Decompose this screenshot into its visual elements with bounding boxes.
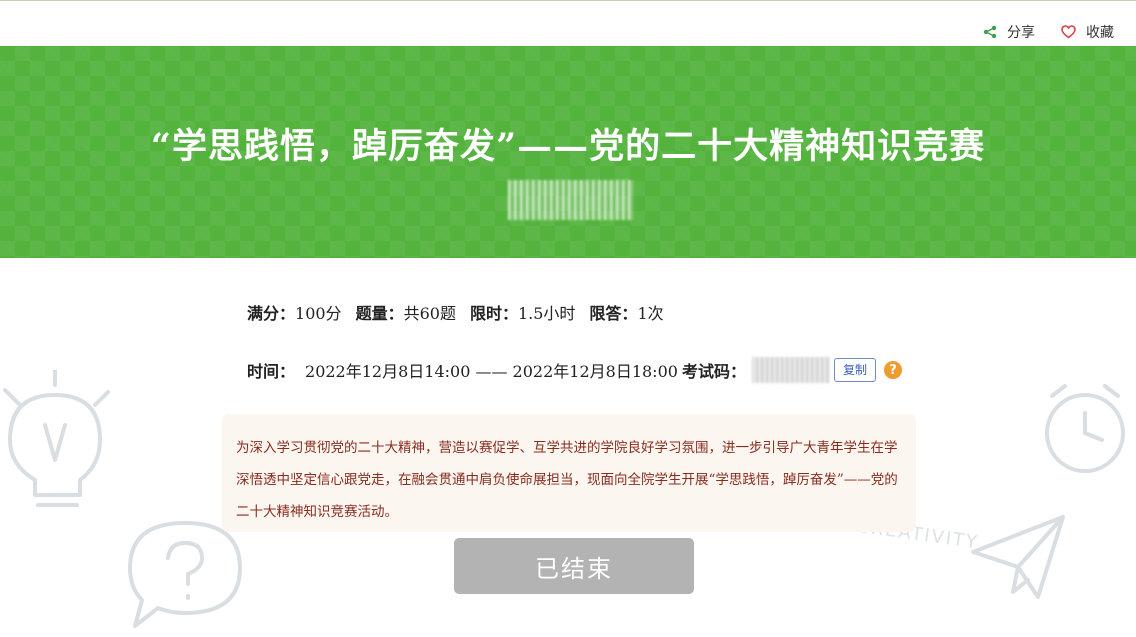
contest-description: 为深入学习贯彻党的二十大精神，营造以赛促学、互学共进的学院良好学习氛围，进一步引… xyxy=(222,414,916,532)
paper-plane-doodle-icon xyxy=(971,515,1065,599)
favorite-button[interactable]: 收藏 xyxy=(1061,22,1114,42)
attempts-value: 1次 xyxy=(637,304,664,323)
exam-code-label: 考试码： xyxy=(681,362,746,381)
time-label: 时间： xyxy=(247,362,296,381)
lightbulb-doodle-icon xyxy=(3,370,110,507)
redacted-banner-subtitle xyxy=(508,180,634,220)
attempts-label: 限答： xyxy=(589,304,638,323)
favorite-label: 收藏 xyxy=(1086,25,1114,41)
count-label: 题量： xyxy=(355,304,404,323)
top-actions: 分享 收藏 xyxy=(983,22,1114,42)
exam-code-value-redacted xyxy=(751,357,830,383)
time-value: 2022年12月8日14:00 —— 2022年12月8日18:00 xyxy=(305,362,678,381)
contest-banner: “学思践悟，踔厉奋发”——党的二十大精神知识竞赛 xyxy=(0,46,1136,258)
alarm-clock-doodle-icon xyxy=(1045,384,1125,473)
help-icon[interactable]: ? xyxy=(883,361,902,379)
score-label: 满分： xyxy=(247,304,296,323)
share-icon xyxy=(983,25,997,39)
contest-ended-button[interactable]: 已结束 xyxy=(454,538,694,594)
limit-label: 限时： xyxy=(469,304,518,323)
heart-icon xyxy=(1061,25,1076,39)
contest-title: “学思践悟，踔厉奋发”——党的二十大精神知识竞赛 xyxy=(150,126,986,167)
exam-time-row: 时间： 2022年12月8日14:00 —— 2022年12月8日18:00 考… xyxy=(247,357,902,383)
share-label: 分享 xyxy=(1007,25,1035,41)
limit-value: 1.5小时 xyxy=(517,304,576,323)
count-value: 共60题 xyxy=(403,304,456,323)
exam-meta-row: 满分： 100分 题量： 共60题 限时： 1.5小时 限答： 1次 xyxy=(247,300,664,324)
copy-code-button[interactable]: 复制 xyxy=(833,358,876,382)
score-value: 100分 xyxy=(295,304,342,323)
share-button[interactable]: 分享 xyxy=(983,22,1035,42)
top-divider xyxy=(0,0,1136,1)
